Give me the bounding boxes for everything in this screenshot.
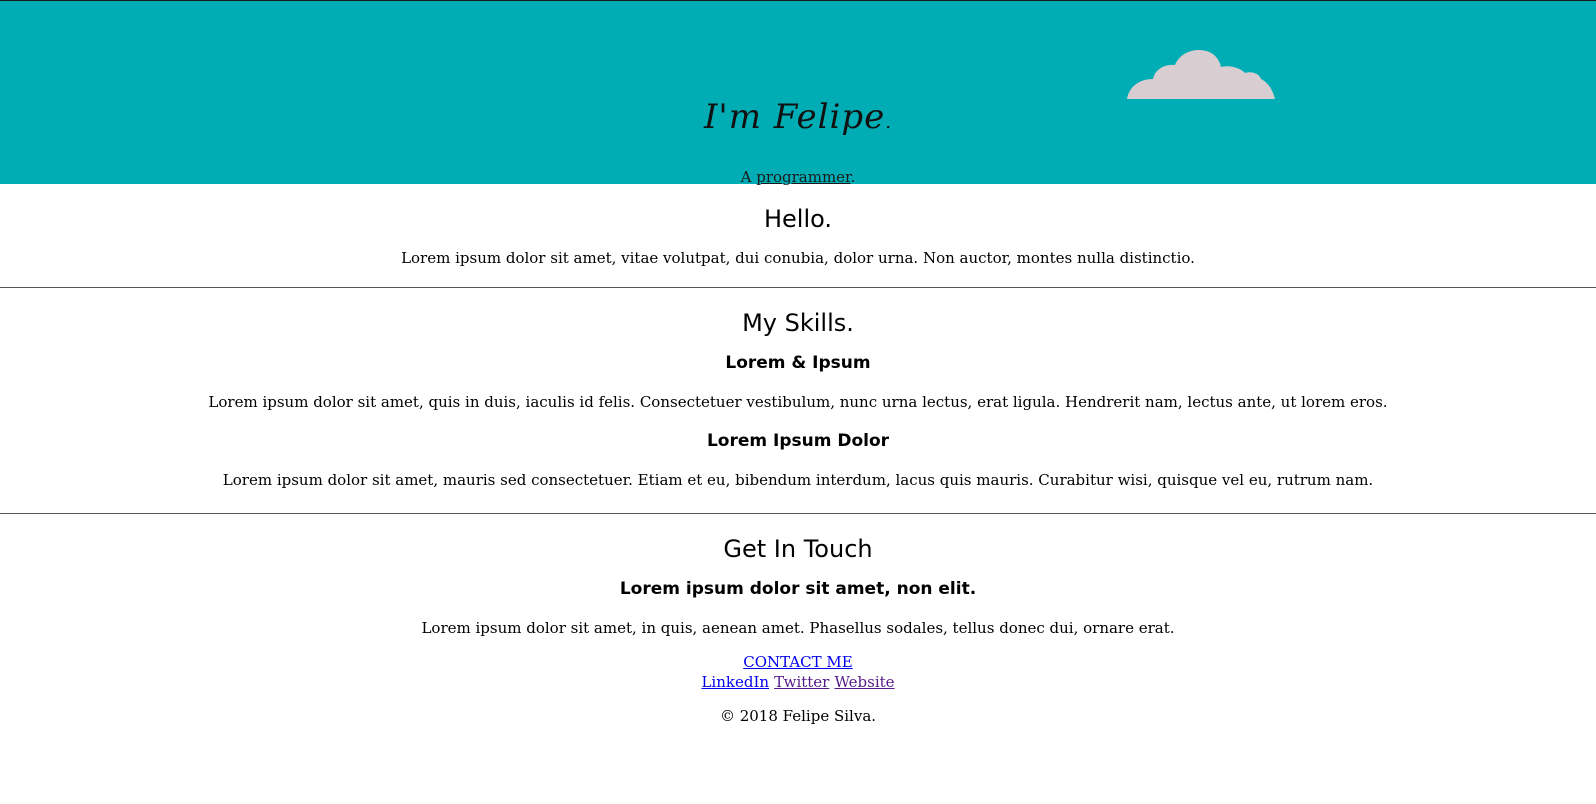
website-link[interactable]: Website (834, 673, 894, 691)
subtitle-prefix: A (740, 168, 757, 186)
skill-text: Lorem ipsum dolor sit amet, quis in duis… (208, 393, 1388, 411)
contact-section: Get In Touch Lorem ipsum dolor sit amet,… (0, 514, 1596, 726)
twitter-link[interactable]: Twitter (774, 673, 829, 691)
subtitle-highlight: programmer (756, 168, 851, 186)
contact-text: Lorem ipsum dolor sit amet, in quis, aen… (421, 619, 1175, 637)
contact-heading: Get In Touch (723, 535, 873, 563)
title-dot: . (885, 112, 893, 133)
skills-heading: My Skills. (742, 309, 854, 337)
skill-text: Lorem ipsum dolor sit amet, mauris sed c… (222, 471, 1374, 489)
title-text: I'm Felipe (703, 97, 886, 137)
contact-subheading: Lorem ipsum dolor sit amet, non elit. (619, 579, 977, 599)
page-title: I'm Felipe. (0, 97, 1596, 137)
skills-section: My Skills. Lorem & Ipsum Lorem ipsum dol… (0, 288, 1596, 514)
hello-section: Hello. Lorem ipsum dolor sit amet, vitae… (0, 184, 1596, 288)
copyright-text: © 2018 Felipe Silva. (719, 707, 877, 725)
skill-title: Lorem Ipsum Dolor (706, 431, 890, 451)
hello-text: Lorem ipsum dolor sit amet, vitae volutp… (401, 249, 1195, 267)
social-links: LinkedIn Twitter Website (0, 672, 1596, 692)
hello-heading: Hello. (763, 205, 833, 233)
linkedin-link[interactable]: LinkedIn (701, 673, 769, 691)
contact-me-row: CONTACT ME (0, 652, 1596, 672)
cloud-icon (1127, 50, 1275, 99)
contact-me-link[interactable]: CONTACT ME (743, 653, 852, 671)
skill-title: Lorem & Ipsum (725, 353, 871, 373)
subtitle-suffix: . (850, 168, 856, 186)
page-subtitle: A programmer. (0, 167, 1596, 187)
site-header: I'm Felipe. A programmer. (0, 0, 1596, 187)
